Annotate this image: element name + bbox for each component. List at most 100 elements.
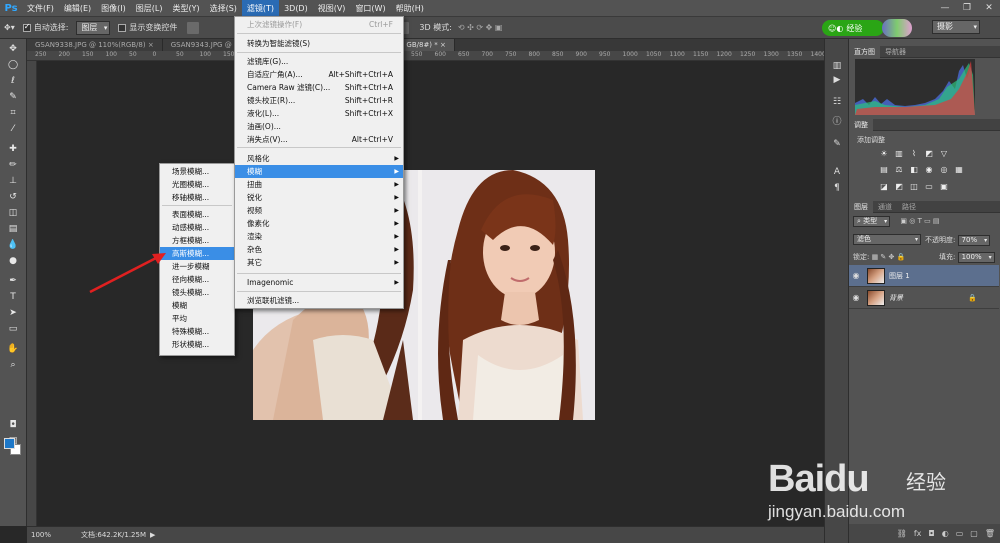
blur-menu-item[interactable]: 动感模糊... bbox=[160, 221, 234, 234]
play-actions-icon[interactable]: ▶ bbox=[831, 75, 843, 86]
filter-menu-item[interactable]: 镜头校正(R)... Shift+Ctrl+R bbox=[235, 94, 403, 107]
filter-menu-item[interactable]: Camera Raw 滤镜(C)... Shift+Ctrl+A bbox=[235, 81, 403, 94]
foreground-color-swatch[interactable] bbox=[4, 438, 15, 449]
eraser-tool-icon[interactable]: ◫ bbox=[6, 207, 20, 219]
eye-icon[interactable]: ◉ bbox=[849, 271, 863, 280]
tab-histogram[interactable]: 直方图 bbox=[849, 46, 880, 58]
eye-icon[interactable]: ◉ bbox=[849, 293, 863, 302]
histogram-panel-icon[interactable]: ▥ bbox=[831, 61, 843, 72]
brush-tool-icon[interactable]: ✏ bbox=[6, 159, 20, 171]
move-tool-preset[interactable]: ✥▾ bbox=[0, 17, 19, 39]
doc-tab-1[interactable]: GSAN9338.JPG @ 110%(RGB/8) × bbox=[27, 39, 163, 51]
filter-submenu-item[interactable]: 其它 ▶ bbox=[235, 256, 403, 269]
marquee-tool-icon[interactable]: ◯ bbox=[6, 59, 20, 71]
filter-menu-item[interactable]: 自适应广角(A)... Alt+Shift+Ctrl+A bbox=[235, 68, 403, 81]
blend-mode-select[interactable]: 滤色 bbox=[853, 234, 921, 245]
healing-brush-icon[interactable]: ✚ bbox=[6, 143, 20, 155]
tab-layers[interactable]: 图层 bbox=[849, 201, 873, 213]
color-balance-icon[interactable]: ⚖ bbox=[894, 165, 904, 174]
path-select-icon[interactable]: ➤ bbox=[6, 307, 20, 319]
blur-tool-icon[interactable]: 💧 bbox=[6, 239, 20, 251]
zoom-level[interactable]: 100% bbox=[31, 531, 51, 539]
pen-tool-icon[interactable]: ✒ bbox=[6, 275, 20, 287]
hue-sat-icon[interactable]: ▤ bbox=[879, 165, 889, 174]
filter-submenu-item[interactable]: 渲染 ▶ bbox=[235, 230, 403, 243]
type-tool-icon[interactable]: T bbox=[6, 291, 20, 303]
blur-menu-item[interactable]: 高斯模糊... bbox=[160, 247, 234, 260]
history-brush-icon[interactable]: ↺ bbox=[6, 191, 20, 203]
quick-mask-icon[interactable]: ◘ bbox=[6, 419, 20, 431]
invert-icon[interactable]: ◪ bbox=[879, 182, 889, 191]
eyedropper-icon[interactable]: ⁄ bbox=[6, 123, 20, 135]
brightness-icon[interactable]: ☀ bbox=[879, 149, 889, 158]
filter-imagenomic[interactable]: Imagenomic ▶ bbox=[235, 276, 403, 289]
tab-adjustments[interactable]: 调整 bbox=[849, 119, 873, 131]
filter-submenu-item[interactable]: 杂色 ▶ bbox=[235, 243, 403, 256]
gradient-tool-icon[interactable]: ▤ bbox=[6, 223, 20, 235]
show-transform-checkbox[interactable] bbox=[118, 23, 127, 32]
gradient-map-icon[interactable]: ▭ bbox=[924, 182, 934, 191]
filter-menu-item[interactable]: 消失点(V)... Alt+Ctrl+V bbox=[235, 133, 403, 146]
blur-menu-item[interactable]: 方框模糊... bbox=[160, 234, 234, 247]
blur-menu-item[interactable]: 光圈模糊... bbox=[160, 178, 234, 191]
lasso-tool-icon[interactable]: ℓ bbox=[6, 75, 20, 87]
posterize-icon[interactable]: ◩ bbox=[894, 182, 904, 191]
menu-edit[interactable]: 编辑(E) bbox=[59, 0, 96, 17]
menu-file[interactable]: 文件(F) bbox=[22, 0, 59, 17]
channel-mixer-icon[interactable]: ◎ bbox=[939, 165, 949, 174]
mask-icon[interactable]: ◘ bbox=[928, 529, 934, 538]
menu-3d[interactable]: 3D(D) bbox=[279, 0, 313, 17]
auto-select-dropdown[interactable]: 图层 bbox=[76, 20, 111, 35]
menu-layer[interactable]: 图层(L) bbox=[131, 0, 168, 17]
auto-select-checkbox[interactable] bbox=[22, 22, 31, 32]
character-panel-icon[interactable]: A bbox=[831, 167, 843, 178]
align-top-icon[interactable] bbox=[187, 21, 200, 34]
doc-tab-3[interactable]: GB/8#) * × bbox=[398, 39, 455, 51]
layer-kind-filter[interactable]: ⌕ 类型 bbox=[853, 216, 891, 227]
tab-channels[interactable]: 通道 bbox=[873, 201, 897, 213]
filter-menu-item[interactable]: 液化(L)... Shift+Ctrl+X bbox=[235, 107, 403, 120]
blur-menu-item[interactable]: 表面模糊... bbox=[160, 208, 234, 221]
filter-submenu-item[interactable]: 模糊 ▶ bbox=[235, 165, 403, 178]
properties-panel-icon[interactable]: ☷ bbox=[831, 97, 843, 108]
link-icon[interactable]: ⛓ bbox=[897, 529, 907, 538]
tab-paths[interactable]: 路径 bbox=[897, 201, 921, 213]
fill-input[interactable]: 100% bbox=[957, 252, 995, 263]
shape-tool-icon[interactable]: ▭ bbox=[6, 323, 20, 335]
blur-menu-item[interactable]: 移轴模糊... bbox=[160, 191, 234, 204]
tab-navigator[interactable]: 导航器 bbox=[880, 46, 911, 58]
filter-submenu-item[interactable]: 扭曲 ▶ bbox=[235, 178, 403, 191]
zoom-tool-icon[interactable]: ⌕ bbox=[6, 359, 20, 371]
filter-convert-smart[interactable]: 转换为智能滤镜(S) bbox=[235, 37, 403, 50]
filter-submenu-item[interactable]: 锐化 ▶ bbox=[235, 191, 403, 204]
menu-select[interactable]: 选择(S) bbox=[205, 0, 242, 17]
photo-filter-icon[interactable]: ◉ bbox=[924, 165, 934, 174]
restore-icon[interactable]: ❐ bbox=[956, 0, 978, 17]
vibrance-icon[interactable]: ▽ bbox=[939, 149, 949, 158]
blur-menu-item[interactable]: 进一步模糊 bbox=[160, 260, 234, 273]
status-arrow-icon[interactable]: ▶ bbox=[150, 531, 155, 539]
blur-menu-item[interactable]: 特殊模糊... bbox=[160, 325, 234, 338]
menu-type[interactable]: 类型(Y) bbox=[167, 0, 204, 17]
layer-name[interactable]: 图层 1 bbox=[889, 271, 910, 281]
baidu-experience-badge[interactable]: ☺◐ 经验 bbox=[822, 20, 884, 36]
brush-panel-icon[interactable]: ✎ bbox=[831, 139, 843, 150]
3d-tools-icon[interactable]: ⟲ ✣ ⟳ ✥ ▣ bbox=[458, 23, 503, 32]
group-icon[interactable]: ▭ bbox=[956, 529, 964, 538]
threshold-icon[interactable]: ◫ bbox=[909, 182, 919, 191]
move-tool-icon[interactable]: ✥ bbox=[6, 43, 20, 55]
menu-filter[interactable]: 滤镜(T) bbox=[241, 0, 280, 17]
filter-last-item[interactable]: 上次滤镜操作(F) Ctrl+F bbox=[235, 18, 403, 31]
blur-menu-item[interactable]: 径向模糊... bbox=[160, 273, 234, 286]
clone-stamp-icon[interactable]: ⊥ bbox=[6, 175, 20, 187]
quick-select-icon[interactable]: ✎ bbox=[6, 91, 20, 103]
hand-tool-icon[interactable]: ✋ bbox=[6, 343, 20, 355]
filter-submenu-item[interactable]: 像素化 ▶ bbox=[235, 217, 403, 230]
filter-submenu-item[interactable]: 视频 ▶ bbox=[235, 204, 403, 217]
curves-icon[interactable]: ⌇ bbox=[909, 149, 919, 158]
menu-view[interactable]: 视图(V) bbox=[313, 0, 351, 17]
blur-menu-item[interactable]: 平均 bbox=[160, 312, 234, 325]
fx-icon[interactable]: fx bbox=[914, 529, 922, 538]
blur-menu-item[interactable]: 模糊 bbox=[160, 299, 234, 312]
filter-submenu-item[interactable]: 风格化 ▶ bbox=[235, 152, 403, 165]
